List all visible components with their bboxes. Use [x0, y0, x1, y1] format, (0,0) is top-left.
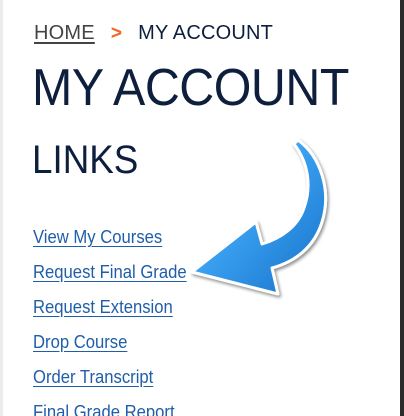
- list-item: Request Final Grade: [33, 259, 204, 294]
- left-border: [0, 0, 3, 416]
- final-grade-report-link[interactable]: Final Grade Report: [33, 399, 175, 416]
- list-item: Final Grade Report: [33, 399, 204, 416]
- list-item: Order Transcript: [33, 364, 204, 399]
- view-my-courses-link[interactable]: View My Courses: [33, 224, 162, 250]
- breadcrumb: HOME > MY ACCOUNT: [34, 22, 273, 45]
- request-final-grade-link[interactable]: Request Final Grade: [33, 259, 187, 285]
- request-extension-link[interactable]: Request Extension: [33, 294, 173, 320]
- breadcrumb-home-link[interactable]: HOME: [34, 22, 95, 45]
- breadcrumb-current: MY ACCOUNT: [138, 22, 274, 44]
- right-border: [400, 0, 404, 416]
- list-item: Drop Course: [33, 329, 204, 364]
- account-links-list: View My Courses Request Final Grade Requ…: [33, 224, 204, 416]
- curved-arrow-icon: [190, 138, 327, 296]
- list-item: View My Courses: [33, 224, 204, 259]
- page-title: MY ACCOUNT: [32, 59, 349, 117]
- list-item: Request Extension: [33, 294, 204, 329]
- section-title: LINKS: [32, 138, 139, 182]
- breadcrumb-separator: >: [110, 22, 123, 44]
- drop-course-link[interactable]: Drop Course: [33, 329, 127, 355]
- order-transcript-link[interactable]: Order Transcript: [33, 364, 153, 390]
